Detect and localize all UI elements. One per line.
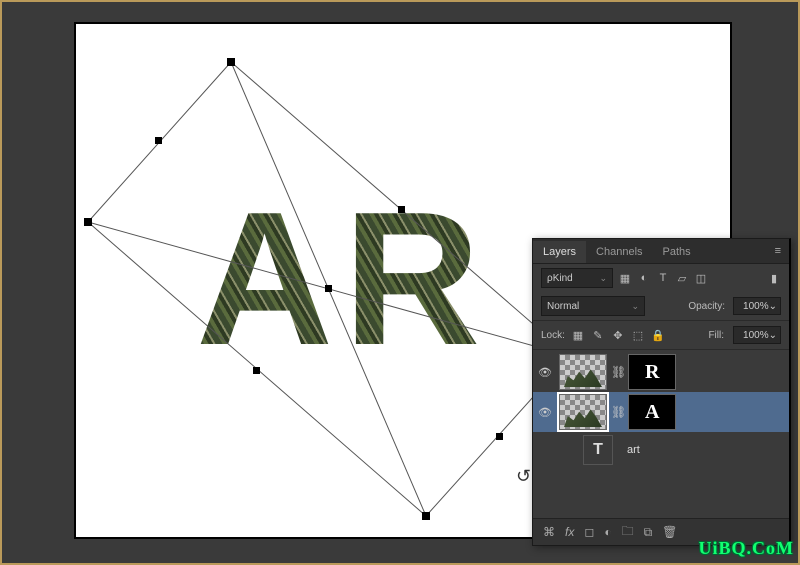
filter-type-icon[interactable]: T	[656, 271, 670, 285]
layers-list: 👁 ⛓ R 👁 ⛓ A T art	[533, 350, 789, 470]
adjustment-layer-icon[interactable]: ◐	[604, 525, 611, 539]
layer-mask-thumbnail[interactable]: A	[628, 394, 676, 430]
panel-menu-icon[interactable]: ≡	[767, 239, 789, 263]
link-layers-icon[interactable]: ⌘	[543, 525, 555, 539]
lock-transparency-icon[interactable]: ▦	[571, 328, 585, 342]
lock-artboard-icon[interactable]: ⬚	[631, 328, 645, 342]
layer-row[interactable]: 👁 ⛓ R	[533, 352, 789, 392]
layer-row[interactable]: 👁 ⛓ A	[533, 392, 789, 432]
layer-filter-type[interactable]: ρ Kind⌄	[541, 268, 613, 288]
type-layer-icon: T	[583, 435, 613, 465]
lock-position-icon[interactable]: ✥	[611, 328, 625, 342]
lock-image-icon[interactable]: ✎	[591, 328, 605, 342]
layers-panel[interactable]: Layers Channels Paths ≡ ρ Kind⌄ ▦ ◐ T ▱ …	[532, 238, 791, 546]
tab-layers[interactable]: Layers	[533, 241, 586, 263]
visibility-toggle[interactable]: 👁	[533, 366, 557, 379]
mask-link-icon[interactable]: ⛓	[609, 365, 628, 379]
lock-all-icon[interactable]: 🔒	[651, 328, 665, 342]
blend-mode-select[interactable]: Normal⌄	[541, 296, 645, 316]
visibility-toggle[interactable]: 👁	[533, 406, 557, 419]
fill-value[interactable]: 100% ⌄	[733, 326, 781, 344]
fill-label: Fill:	[708, 330, 724, 341]
mask-link-icon[interactable]: ⛓	[609, 405, 628, 419]
lock-row: Lock: ▦ ✎ ✥ ⬚ 🔒 Fill: 100% ⌄	[533, 320, 789, 350]
filter-adjust-icon[interactable]: ◐	[637, 271, 651, 285]
layer-name[interactable]: art	[627, 444, 640, 456]
rotate-cursor-icon: ↺	[516, 466, 531, 487]
layer-thumbnail[interactable]	[559, 354, 607, 390]
add-mask-icon[interactable]: ◻	[584, 525, 594, 539]
filter-toggle-icon[interactable]: ▮	[767, 271, 781, 285]
panel-tabs: Layers Channels Paths ≡	[533, 239, 789, 264]
new-layer-icon[interactable]: ⧉	[644, 525, 653, 540]
delete-layer-icon[interactable]: 🗑	[662, 525, 677, 539]
opacity-value[interactable]: 100% ⌄	[733, 297, 781, 315]
filter-smart-icon[interactable]: ◫	[694, 271, 708, 285]
watermark: UiBQ.CoM	[699, 538, 795, 559]
lock-label: Lock:	[541, 330, 565, 341]
tab-paths[interactable]: Paths	[653, 241, 701, 263]
blend-row: Normal⌄ Opacity: 100% ⌄	[533, 292, 789, 320]
tab-channels[interactable]: Channels	[586, 241, 652, 263]
layer-style-icon[interactable]: fx	[565, 525, 574, 539]
group-icon[interactable]: 🗀	[622, 522, 634, 543]
filter-shape-icon[interactable]: ▱	[675, 271, 689, 285]
artwork-text: AR	[196, 184, 490, 374]
opacity-label: Opacity:	[688, 301, 725, 312]
layer-thumbnail[interactable]	[559, 394, 607, 430]
filter-pixel-icon[interactable]: ▦	[618, 271, 632, 285]
layer-row[interactable]: T art	[533, 432, 789, 468]
layer-mask-thumbnail[interactable]: R	[628, 354, 676, 390]
filter-row: ρ Kind⌄ ▦ ◐ T ▱ ◫ ▮	[533, 264, 789, 292]
